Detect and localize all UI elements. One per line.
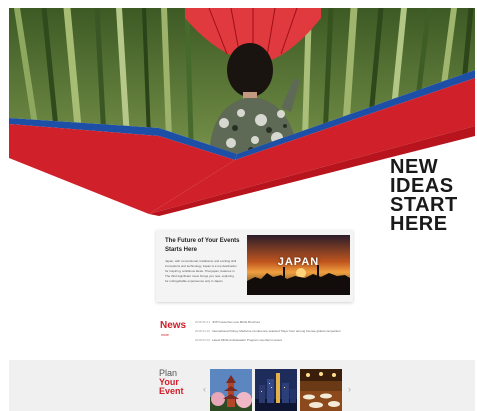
- news-item[interactable]: 2018.03.02 Latest MICE Ambassador Progra…: [195, 337, 353, 343]
- feature-card[interactable]: The Future of Your Events Starts Here Ja…: [156, 230, 353, 302]
- feature-card-title: The Future of Your Events Starts Here: [165, 237, 245, 255]
- feature-card-body-line: for unforgettable experiences only in Ja…: [165, 279, 224, 283]
- carousel-prev-arrow[interactable]: ‹: [203, 384, 206, 394]
- plan-event-heading: Plan Your Event: [159, 369, 184, 396]
- news-more-link[interactable]: more: [161, 333, 169, 337]
- japan-sunset-image[interactable]: JAPAN: [247, 235, 350, 295]
- news-text[interactable]: JNTO launches new MICE Brochure: [212, 320, 260, 324]
- feature-card-title-line: Starts Here: [165, 247, 198, 253]
- tagline-line: HERE: [390, 213, 448, 235]
- hero-banner: NEW IDEAS START HERE: [9, 8, 475, 234]
- news-section: News more 2018.05.21 JNTO launches new M…: [156, 312, 353, 347]
- pagoda-photo-icon: [210, 369, 252, 411]
- news-text[interactable]: International Kidney Medicine Conference…: [212, 329, 341, 333]
- feature-card-text: The Future of Your Events Starts Here Ja…: [165, 237, 245, 284]
- city-night-photo-icon: [255, 369, 297, 411]
- carousel-thumb-banquet[interactable]: [300, 369, 342, 411]
- news-list: 2018.05.21 JNTO launches new MICE Brochu…: [195, 319, 353, 346]
- banquet-hall-photo-icon: [300, 369, 342, 411]
- plan-event-band: Plan Your Event ‹ ›: [9, 360, 475, 411]
- news-date: 2018.03.02: [195, 338, 211, 342]
- feature-card-body: Japan; with conventional, traditional, a…: [165, 259, 245, 284]
- plan-heading-line: Event: [159, 386, 184, 396]
- news-date: 2018.04.10: [195, 329, 211, 333]
- japan-image-label: JAPAN: [277, 256, 320, 268]
- hero-tagline: NEW IDEAS START HERE: [390, 157, 477, 235]
- carousel-thumb-city[interactable]: [255, 369, 297, 411]
- news-item[interactable]: 2018.04.10 International Kidney Medicine…: [195, 328, 353, 334]
- page: NEW IDEAS START HERE The Future of Your …: [0, 0, 477, 411]
- carousel-thumb-pagoda[interactable]: [210, 369, 252, 411]
- news-heading: News: [160, 320, 187, 331]
- news-item[interactable]: 2018.05.21 JNTO launches new MICE Brochu…: [195, 319, 353, 325]
- news-date: 2018.05.21: [195, 320, 211, 324]
- carousel-next-arrow[interactable]: ›: [348, 384, 351, 394]
- feature-card-title-line: The Future of Your Events: [165, 238, 240, 244]
- news-text[interactable]: Latest MICE Ambassador Program members n…: [212, 338, 282, 342]
